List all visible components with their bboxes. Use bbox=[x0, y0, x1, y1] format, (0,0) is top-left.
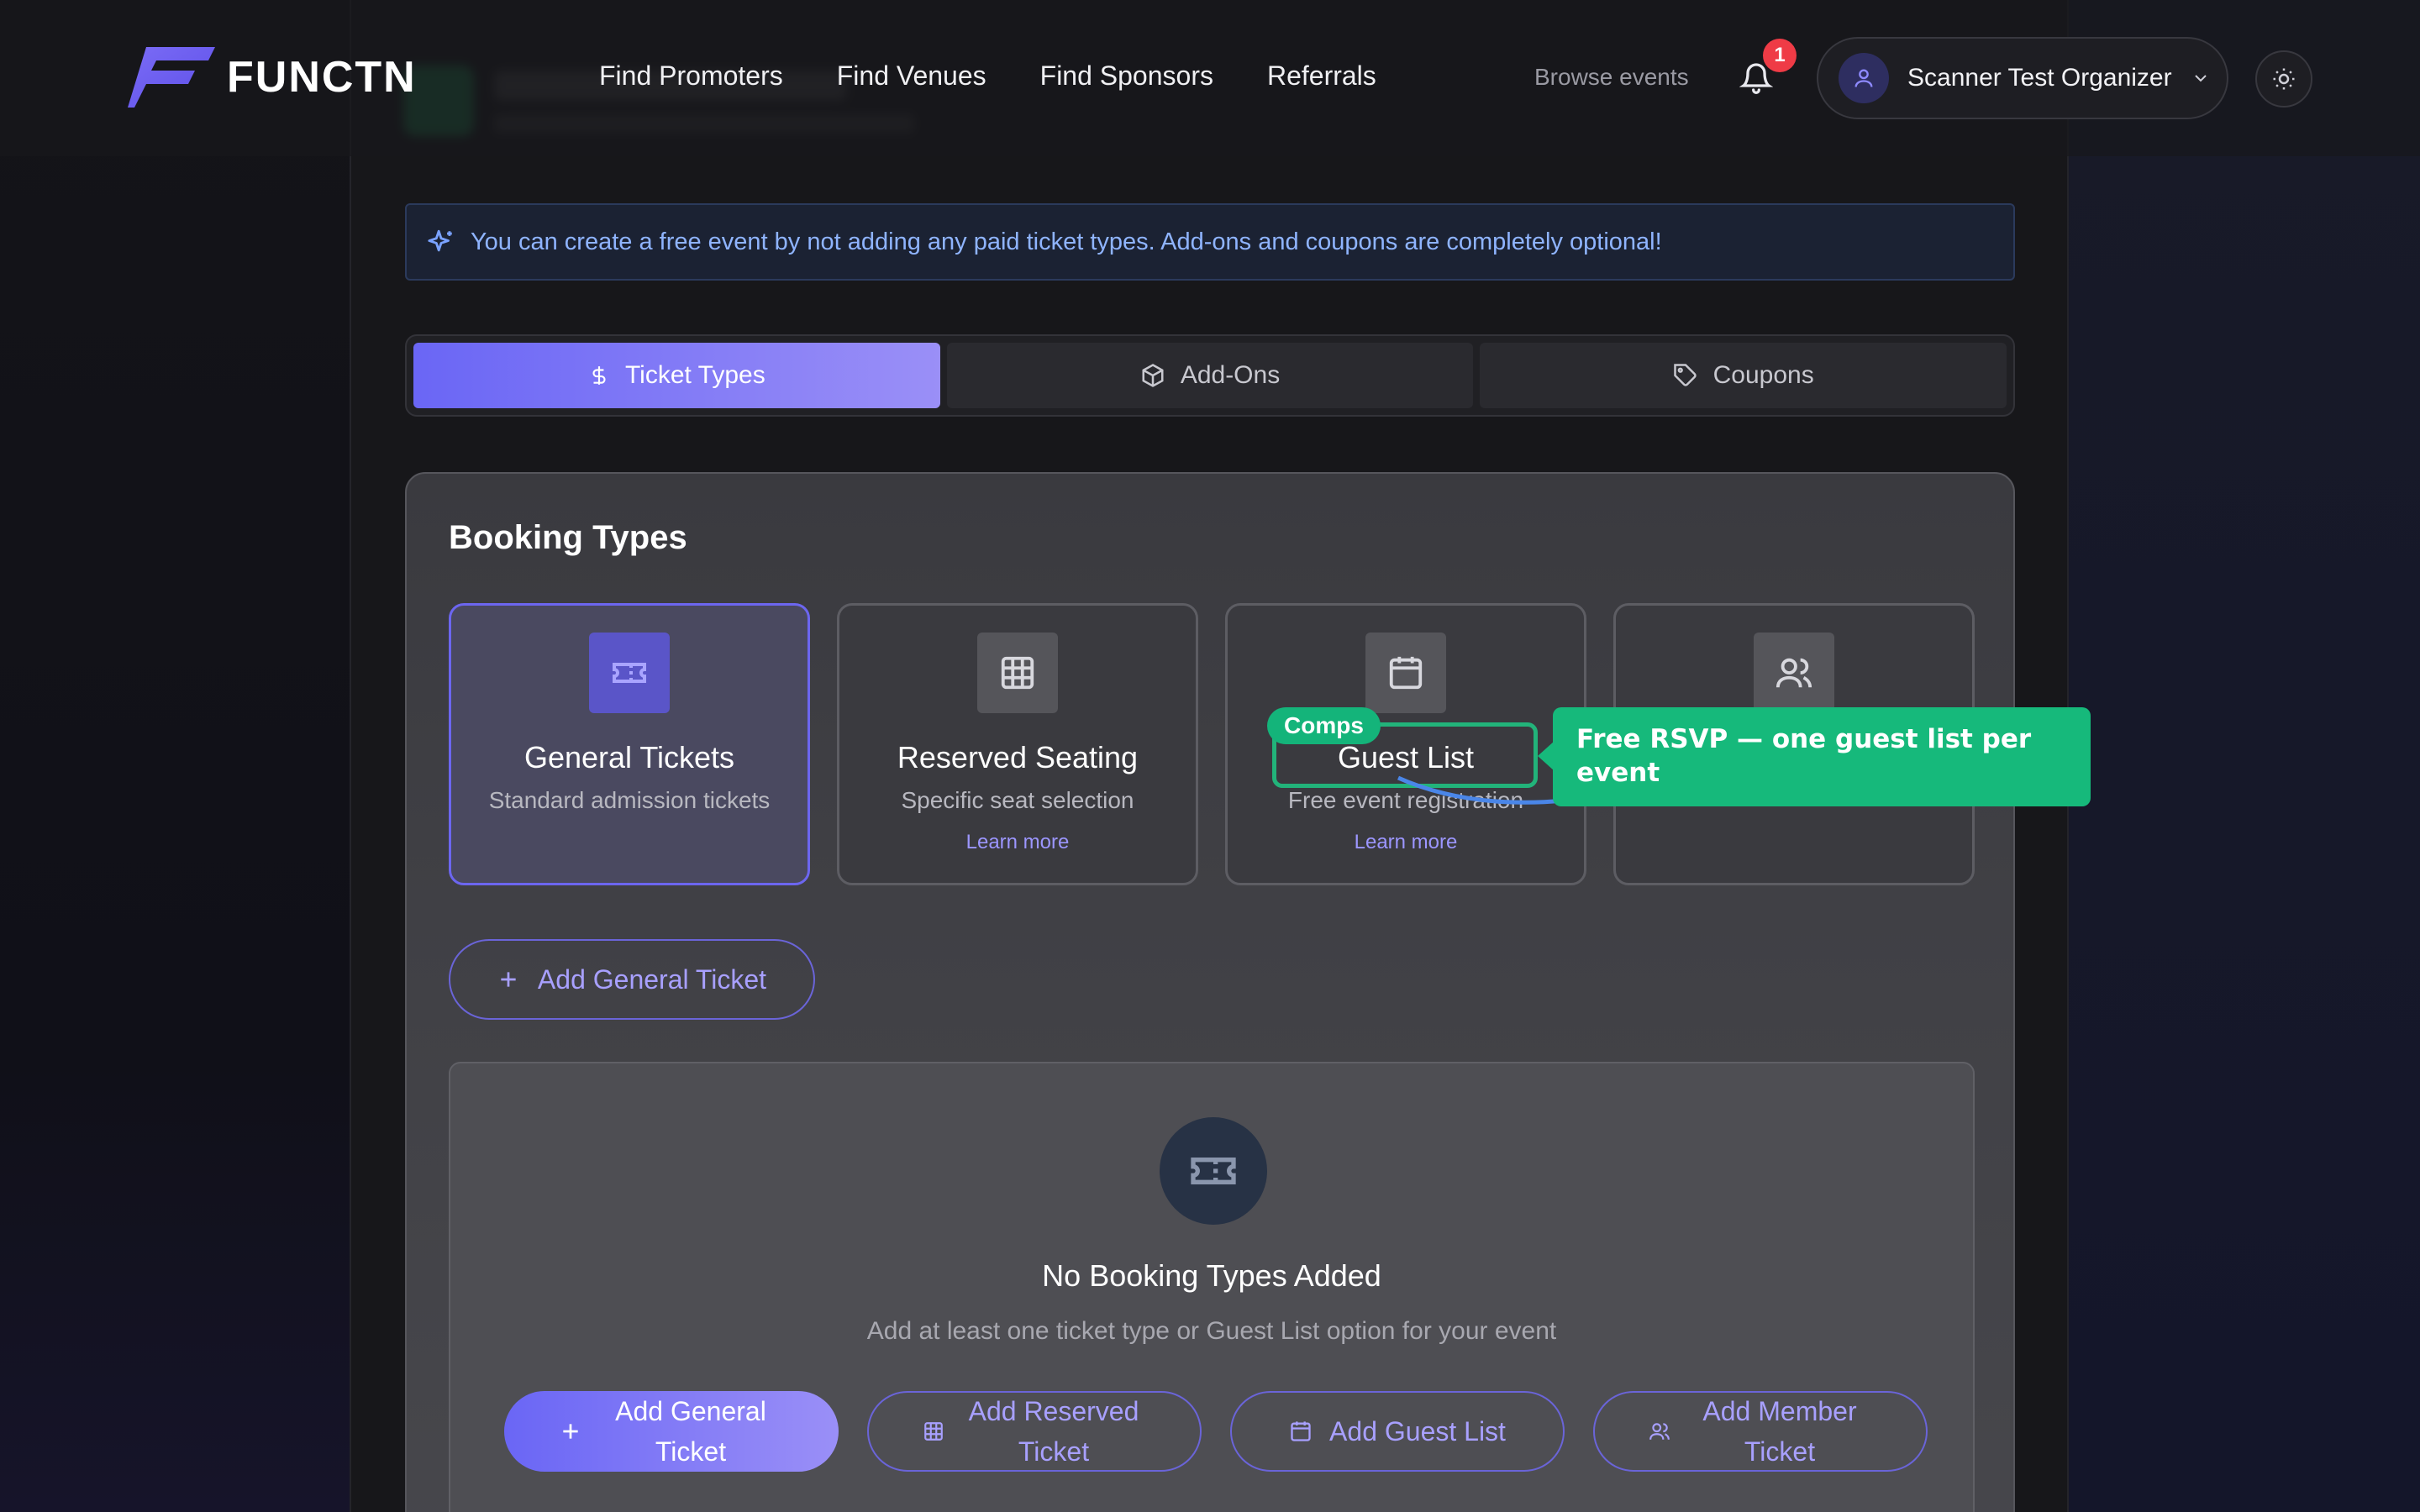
tab-label: Coupons bbox=[1712, 361, 1814, 389]
brand-name: FUNCTN bbox=[227, 53, 417, 102]
calendar-icon bbox=[1291, 1421, 1311, 1441]
grid-icon-box bbox=[977, 633, 1058, 713]
booking-types-card: Booking Types General Tickets Standard a… bbox=[405, 472, 2015, 1512]
tour-tooltip-arrow bbox=[1538, 741, 1555, 771]
grid-icon bbox=[1001, 656, 1034, 690]
ticket-icon-box bbox=[589, 633, 670, 713]
page-background-left bbox=[0, 0, 350, 1512]
nav-link-find-venues[interactable]: Find Venues bbox=[837, 60, 986, 92]
package-icon bbox=[1142, 364, 1164, 387]
theme-toggle-button[interactable] bbox=[2255, 50, 2312, 108]
add-guest-list-button[interactable]: Add Guest List bbox=[1230, 1391, 1565, 1472]
browse-events-link[interactable]: Browse events bbox=[1534, 64, 1689, 91]
booking-type-name: Reserved Seating bbox=[897, 740, 1139, 774]
learn-more-link[interactable]: Learn more bbox=[1228, 831, 1584, 854]
nav-link-find-promoters[interactable]: Find Promoters bbox=[599, 60, 783, 92]
sun-icon bbox=[2273, 68, 2295, 90]
booking-type-description: Standard admission tickets bbox=[488, 787, 771, 813]
functn-logo-icon bbox=[128, 47, 215, 108]
nav-link-referrals[interactable]: Referrals bbox=[1267, 60, 1376, 92]
add-general-ticket-button[interactable]: Add General Ticket bbox=[449, 939, 815, 1020]
empty-state-actions: Add General Ticket Add Reserved Ticket A… bbox=[504, 1391, 1928, 1472]
tab-label: Ticket Types bbox=[624, 361, 765, 389]
tab-add-ons[interactable]: Add-Ons bbox=[946, 343, 1474, 408]
empty-ticket-icon-circle bbox=[1160, 1117, 1267, 1225]
users-icon-box bbox=[1754, 633, 1834, 713]
add-general-ticket-primary-button[interactable]: Add General Ticket bbox=[504, 1391, 839, 1472]
tab-ticket-types[interactable]: Ticket Types bbox=[413, 343, 940, 408]
dollar-icon bbox=[592, 366, 606, 385]
tab-label: Add-Ons bbox=[1180, 361, 1281, 389]
plus-icon bbox=[501, 972, 516, 987]
booking-type-description: Specific seat selection bbox=[901, 787, 1134, 813]
notification-badge: 1 bbox=[1763, 39, 1797, 72]
user-name: Scanner Test Organizer bbox=[1907, 64, 2172, 92]
plus-icon bbox=[563, 1424, 578, 1439]
ticket-icon bbox=[613, 663, 646, 683]
ticket-tabs: Ticket Types Add-Ons Coupons bbox=[405, 334, 2015, 417]
calendar-icon-box bbox=[1365, 633, 1446, 713]
users-icon bbox=[1649, 1423, 1670, 1440]
user-icon bbox=[1854, 69, 1873, 87]
button-label: Add General Ticket bbox=[537, 963, 767, 995]
info-banner-text: You can create a free event by not addin… bbox=[471, 228, 1662, 255]
sparkles-icon bbox=[428, 229, 452, 252]
user-menu-button[interactable]: Scanner Test Organizer bbox=[1817, 37, 2228, 119]
button-label: Add Guest List bbox=[1329, 1416, 1506, 1446]
empty-state-title: No Booking Types Added bbox=[1042, 1258, 1381, 1293]
info-banner: You can create a free event by not addin… bbox=[405, 203, 2015, 281]
grid-icon bbox=[924, 1422, 943, 1441]
brand-logo[interactable]: FUNCTN bbox=[128, 47, 417, 108]
top-navigation: FUNCTN Find Promoters Find Venues Find S… bbox=[0, 0, 2420, 156]
booking-type-reserved-seating[interactable]: Reserved Seating Specific seat selection… bbox=[837, 603, 1198, 885]
chevron-down-icon bbox=[2194, 75, 2207, 82]
ticket-icon bbox=[1191, 1158, 1236, 1184]
calendar-icon bbox=[1389, 656, 1423, 690]
button-label: Add General Ticket bbox=[615, 1396, 766, 1467]
booking-type-name: General Tickets bbox=[523, 740, 735, 774]
tour-comps-badge: Comps bbox=[1267, 707, 1381, 744]
add-reserved-ticket-button[interactable]: Add Reserved Ticket bbox=[867, 1391, 1202, 1472]
users-icon bbox=[1776, 658, 1812, 688]
learn-more-link[interactable]: Learn more bbox=[839, 831, 1196, 854]
empty-state-subtitle: Add at least one ticket type or Guest Li… bbox=[866, 1317, 1557, 1345]
avatar bbox=[1839, 53, 1889, 103]
add-member-ticket-button[interactable]: Add Member Ticket bbox=[1593, 1391, 1928, 1472]
tag-icon bbox=[1673, 364, 1697, 386]
button-label: Add Member Ticket bbox=[1702, 1396, 1857, 1467]
empty-state: No Booking Types Added Add at least one … bbox=[449, 1062, 1975, 1512]
nav-link-find-sponsors[interactable]: Find Sponsors bbox=[1040, 60, 1213, 92]
booking-type-general-tickets[interactable]: General Tickets Standard admission ticke… bbox=[449, 603, 810, 885]
page-background-right bbox=[2067, 0, 2420, 1512]
booking-types-title: Booking Types bbox=[449, 519, 687, 556]
nav-links: Find Promoters Find Venues Find Sponsors… bbox=[599, 60, 1376, 92]
button-label: Add Reserved Ticket bbox=[968, 1396, 1139, 1467]
tab-coupons[interactable]: Coupons bbox=[1480, 343, 2007, 408]
tour-tooltip: Free RSVP — one guest list per event bbox=[1553, 707, 2091, 806]
